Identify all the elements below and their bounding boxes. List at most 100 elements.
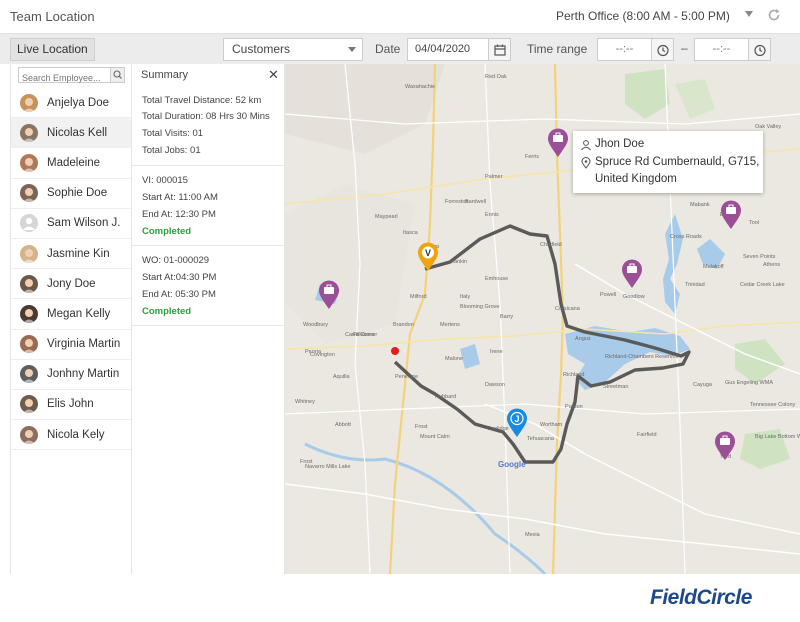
map-place-label: Chatfield bbox=[540, 242, 562, 248]
map-place-label: Richland bbox=[563, 372, 585, 378]
time-range-label: Time range bbox=[527, 42, 588, 56]
avatar bbox=[20, 93, 38, 112]
employee-list: Anjelya Doe Nicolas Kell Madeleine Sophie D… bbox=[11, 88, 131, 451]
employee-list-item[interactable]: Sam Wilson J. bbox=[11, 209, 131, 239]
customers-select[interactable]: Customers bbox=[223, 38, 363, 61]
map-place-label: Abbott bbox=[335, 422, 351, 428]
employee-name: Sophie Doe bbox=[47, 187, 108, 200]
visit-start: Start At: 11:00 AM bbox=[142, 192, 218, 203]
office-select[interactable]: Perth Office (8:00 AM - 5:00 PM) bbox=[556, 9, 730, 23]
map-place-label: Goodlow bbox=[623, 294, 645, 300]
employee-list-item[interactable]: Jasmine Kin bbox=[11, 239, 131, 270]
map-place-label: Wortham bbox=[540, 422, 563, 428]
map-place-label: Mount Calm bbox=[420, 434, 450, 440]
work-order-end: End At: 05:30 PM bbox=[142, 289, 216, 300]
map-place-label: Whitney bbox=[295, 399, 315, 405]
customer-marker[interactable] bbox=[318, 280, 340, 310]
page-title: Team Location bbox=[10, 9, 95, 24]
employee-name: Madeleine bbox=[47, 156, 101, 169]
map-place-label: Fairfield bbox=[637, 432, 657, 438]
refresh-icon[interactable] bbox=[767, 8, 781, 22]
calendar-button[interactable] bbox=[489, 38, 511, 61]
divider bbox=[132, 325, 285, 326]
google-watermark: Google bbox=[498, 460, 526, 469]
employee-list-item[interactable]: Elis John bbox=[11, 390, 131, 421]
default-avatar-icon bbox=[20, 214, 38, 233]
map-place-label: Brandon bbox=[393, 322, 414, 328]
work-order-id[interactable]: WO: 01-000029 bbox=[142, 255, 209, 266]
live-location-button[interactable]: Live Location bbox=[10, 38, 95, 61]
time-to-clock-button[interactable] bbox=[749, 38, 771, 61]
employee-list-item[interactable]: Jony Doe bbox=[11, 269, 131, 300]
employee-list-item[interactable]: Jonhny Martin bbox=[11, 360, 131, 390]
map-place-label: Malone bbox=[445, 356, 464, 362]
time-from-input[interactable]: --:-- bbox=[597, 38, 652, 61]
employee-list-item[interactable]: Nicola Kely bbox=[11, 420, 131, 451]
calendar-icon bbox=[494, 44, 506, 56]
employee-list-item[interactable]: Anjelya Doe bbox=[11, 88, 131, 119]
person-icon bbox=[581, 140, 591, 151]
date-input[interactable]: 04/04/2020 bbox=[407, 38, 489, 61]
avatar bbox=[20, 184, 38, 203]
employee-search-input[interactable] bbox=[19, 71, 109, 85]
customer-marker[interactable] bbox=[714, 431, 736, 461]
time-range-separator: – bbox=[681, 41, 688, 55]
total-jobs: Total Jobs: 01 bbox=[142, 145, 201, 156]
employee-list-item[interactable]: Madeleine bbox=[11, 148, 131, 179]
employee-name: Jony Doe bbox=[47, 277, 96, 290]
page-header: Team Location Perth Office (8:00 AM - 5:… bbox=[0, 0, 800, 33]
map-place-label: Tehuacana bbox=[527, 436, 554, 442]
employee-search[interactable] bbox=[18, 67, 125, 85]
map-place-label: Woodbury bbox=[303, 322, 328, 328]
map-place-label: Frost bbox=[300, 459, 313, 465]
toolbar: Live Location Customers Date 04/04/2020 … bbox=[0, 33, 800, 64]
employee-name: Elis John bbox=[47, 398, 94, 411]
map-place-label: Waxahachie bbox=[405, 84, 436, 90]
total-visits: Total Visits: 01 bbox=[142, 128, 204, 139]
search-button[interactable] bbox=[110, 68, 124, 82]
map-place-label: Cayuga bbox=[693, 382, 712, 388]
map-place-label: Irene bbox=[490, 349, 503, 355]
map-place-label: Dawson bbox=[485, 382, 505, 388]
map-place-label: Itasca bbox=[403, 230, 418, 236]
employee-list-item[interactable]: Virginia Martin bbox=[11, 330, 131, 360]
customer-marker[interactable] bbox=[621, 259, 643, 289]
visit-marker[interactable]: V bbox=[417, 242, 439, 272]
svg-text:V: V bbox=[425, 248, 431, 258]
map-place-label: Italy bbox=[460, 294, 471, 300]
avatar bbox=[20, 335, 38, 354]
map-place-label: Mexia bbox=[525, 532, 540, 538]
employee-name: Nicolas Kell bbox=[47, 126, 108, 139]
job-marker[interactable]: J bbox=[506, 408, 528, 438]
time-to-input[interactable]: --:-- bbox=[694, 38, 749, 61]
map-place-label: Cedar Creek Lake bbox=[740, 282, 785, 288]
employee-list-item[interactable]: Nicolas Kell bbox=[11, 118, 131, 149]
date-label: Date bbox=[375, 42, 401, 56]
chevron-down-icon bbox=[348, 47, 356, 52]
avatar bbox=[20, 365, 38, 384]
popup-name: Jhon Doe bbox=[595, 138, 645, 150]
map-place-label: Mabank bbox=[690, 202, 710, 208]
divider bbox=[132, 165, 285, 166]
map-place-label: Athens bbox=[763, 262, 781, 268]
employee-list-item[interactable]: Sophie Doe bbox=[11, 179, 131, 209]
map-place-label: Oak Valley bbox=[755, 124, 782, 130]
close-icon[interactable]: ✕ bbox=[268, 67, 279, 83]
visit-id[interactable]: VI: 000015 bbox=[142, 175, 188, 186]
avatar bbox=[20, 395, 38, 414]
employee-list-item[interactable]: Megan Kelly bbox=[11, 299, 131, 330]
map-place-label: Corsicana bbox=[555, 306, 580, 312]
location-popup: Jhon Doe Spruce Rd Cumbernauld, G715, Un… bbox=[573, 131, 763, 193]
map-place-label: Hubbard bbox=[435, 394, 457, 400]
time-from-clock-button[interactable] bbox=[652, 38, 674, 61]
map-place-label: Tool bbox=[749, 220, 760, 226]
map-place-label: Seven Points bbox=[743, 254, 776, 260]
map-place-label: Ennis bbox=[485, 212, 499, 218]
map-place-label: Purdon bbox=[565, 404, 583, 410]
chevron-down-icon[interactable] bbox=[745, 11, 753, 17]
customer-marker[interactable] bbox=[547, 128, 569, 158]
clock-icon bbox=[754, 44, 766, 57]
map-place-label: Trinidad bbox=[685, 282, 705, 288]
customer-marker[interactable] bbox=[720, 200, 742, 230]
map-place-label: Powell bbox=[600, 292, 617, 298]
